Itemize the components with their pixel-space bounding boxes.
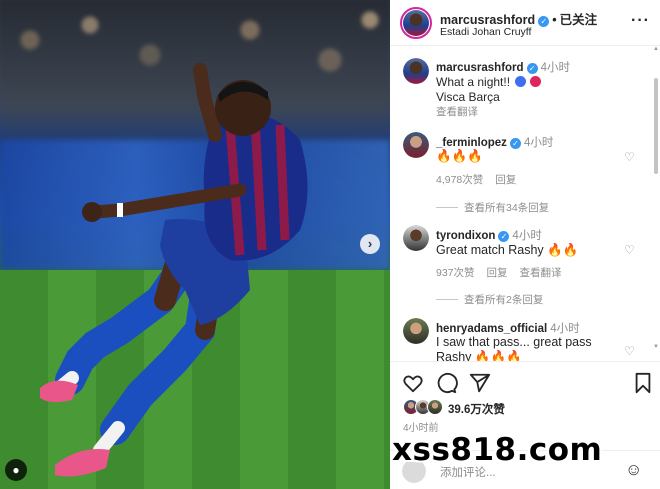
- verified-badge-icon: ✓: [538, 16, 550, 27]
- comment-text-row: Great match Rashy 🔥🔥: [436, 243, 578, 258]
- post-detail-panel: marcusrashford ✓ • 已关注 Estadi Johan Cruyff …: [390, 0, 660, 489]
- reply-button[interactable]: 回复: [495, 174, 516, 186]
- site-watermark: xss818.com: [392, 432, 603, 468]
- comment-time: 4小时: [512, 230, 542, 242]
- caption-username[interactable]: marcusrashford: [436, 62, 524, 74]
- caption-header: marcusrashford ✓ 4小时: [436, 59, 570, 75]
- comment-avatar[interactable]: [403, 225, 429, 251]
- caption-time: 4小时: [540, 62, 570, 74]
- blue-heart-emoji-icon: [515, 76, 527, 87]
- verified-badge-icon: ✓: [509, 138, 521, 149]
- post-actions: 39.6万次赞 4小时前 添加评论... ☺: [390, 361, 660, 489]
- like-heart-icon[interactable]: [402, 372, 424, 394]
- comment-likes[interactable]: 4,978次赞: [436, 174, 483, 186]
- scroll-thumb[interactable]: [654, 78, 658, 174]
- football-player-illustration: [40, 63, 308, 477]
- author-username[interactable]: marcusrashford: [440, 13, 535, 27]
- comment-bubble-icon[interactable]: [436, 372, 458, 394]
- follow-status-button[interactable]: 已关注: [560, 13, 598, 27]
- comment-text: Great match Rashy: [436, 243, 544, 257]
- like-comment-heart-icon[interactable]: ♡: [624, 150, 635, 164]
- comment-username[interactable]: tyrondixon: [436, 230, 495, 242]
- comment-text-line-2: Rashy 🔥🔥🔥: [436, 350, 522, 361]
- comment-username[interactable]: _ferminlopez: [436, 137, 507, 149]
- view-replies-button[interactable]: 查看所有34条回复: [436, 200, 549, 215]
- comment-header: _ferminlopez ✓ 4小时: [436, 134, 553, 150]
- save-bookmark-icon[interactable]: [632, 372, 654, 394]
- comment-username[interactable]: henryadams_official: [436, 323, 547, 335]
- comment-text: Rashy: [436, 350, 472, 361]
- separator-dot: •: [552, 13, 557, 27]
- like-comment-heart-icon[interactable]: ♡: [624, 243, 635, 257]
- tagged-users-icon[interactable]: ●: [5, 459, 27, 481]
- post-photo[interactable]: › ●: [0, 0, 390, 489]
- like-comment-heart-icon[interactable]: ♡: [624, 344, 635, 358]
- comment-emoji: 🔥🔥🔥: [474, 350, 522, 361]
- caption-text: What a night!!: [436, 75, 511, 89]
- share-paper-plane-icon[interactable]: [469, 372, 491, 394]
- post-like-count[interactable]: 39.6万次赞: [448, 401, 505, 417]
- comment-header: tyrondixon ✓ 4小时: [436, 227, 542, 243]
- comment-meta: 4,978次赞 回复: [436, 172, 528, 187]
- liked-by-avatars[interactable]: [403, 399, 447, 417]
- verified-badge-icon: ✓: [498, 231, 510, 242]
- comment-meta: 937次赞 回复 查看翻译: [436, 265, 574, 280]
- comment-emoji: 🔥🔥: [547, 243, 579, 257]
- reply-button[interactable]: 回复: [487, 267, 508, 279]
- comment-avatar[interactable]: [403, 132, 429, 158]
- emoji-picker-icon[interactable]: ☺: [625, 460, 642, 480]
- verified-badge-icon: ✓: [526, 63, 538, 74]
- translate-link[interactable]: 查看翻译: [520, 267, 562, 279]
- next-photo-button[interactable]: ›: [360, 234, 380, 254]
- author-avatar[interactable]: [400, 7, 432, 39]
- scroll-down-arrow-icon[interactable]: ▼: [653, 344, 659, 350]
- comment-text: 🔥🔥🔥: [436, 149, 483, 163]
- comment-time: 4小时: [523, 137, 554, 149]
- post-location[interactable]: Estadi Johan Cruyff: [440, 26, 531, 38]
- caption-translate-link[interactable]: 查看翻译: [436, 104, 478, 119]
- caption-avatar[interactable]: [403, 58, 429, 84]
- view-replies-label: 查看所有34条回复: [464, 202, 550, 214]
- post-header: marcusrashford ✓ • 已关注 Estadi Johan Cruyff …: [390, 0, 660, 46]
- red-heart-emoji-icon: [530, 76, 542, 87]
- comment-text-line-1: I saw that pass... great pass: [436, 335, 592, 349]
- comments-list[interactable]: marcusrashford ✓ 4小时 What a night!! Visca …: [390, 47, 660, 361]
- replies-divider: [436, 207, 458, 208]
- comment-header: henryadams_official 4小时: [436, 320, 580, 336]
- comment-likes[interactable]: 937次赞: [436, 267, 475, 279]
- scroll-up-arrow-icon[interactable]: ▲: [653, 46, 659, 52]
- view-replies-button[interactable]: 查看所有2条回复: [436, 292, 543, 307]
- comment-time: 4小时: [550, 323, 580, 335]
- view-replies-label: 查看所有2条回复: [464, 294, 544, 306]
- caption-line-2: Visca Barça: [436, 90, 500, 104]
- more-options-icon[interactable]: ···: [631, 12, 650, 30]
- replies-divider: [436, 299, 458, 300]
- comments-scrollbar[interactable]: ▲ ▼: [653, 46, 659, 352]
- liker-avatar: [427, 399, 443, 415]
- comment-avatar[interactable]: [403, 318, 429, 344]
- caption-line-1: What a night!!: [436, 75, 543, 89]
